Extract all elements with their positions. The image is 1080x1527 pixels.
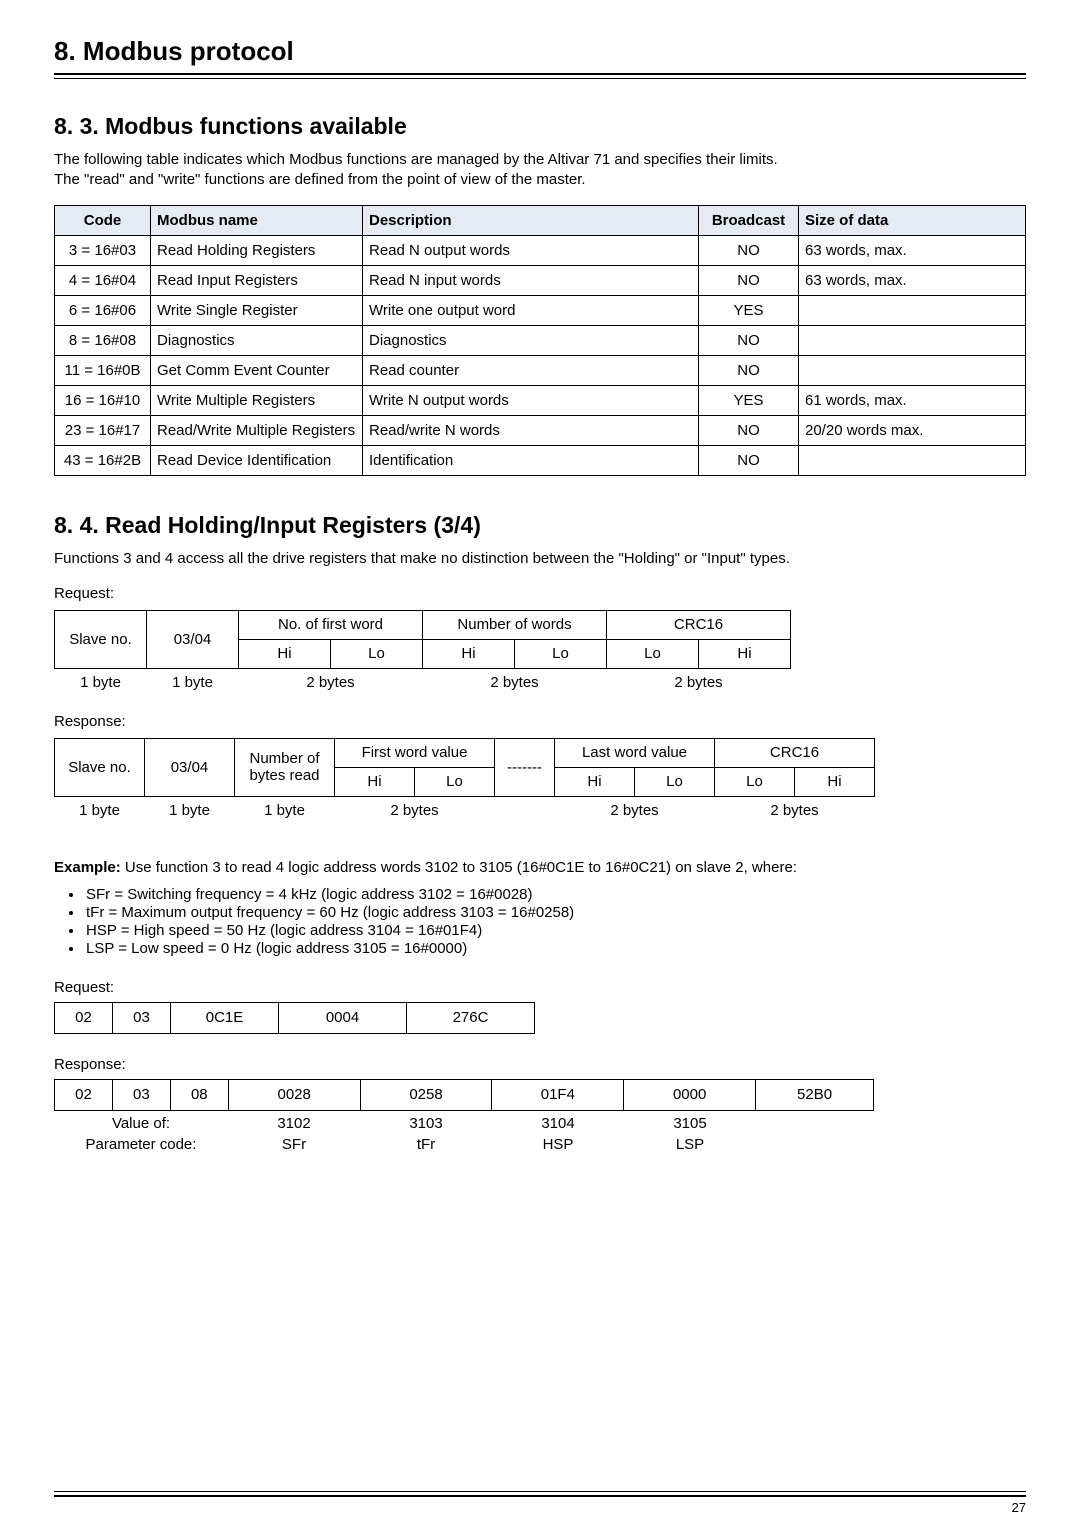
- table-row: Parameter code: SFr tFr HSP LSP: [54, 1134, 874, 1155]
- section-8-4-intro: Functions 3 and 4 access all the drive r…: [54, 549, 1026, 569]
- example-lead-rest: Use function 3 to read 4 logic address w…: [121, 859, 797, 876]
- footer-rule: [54, 1491, 1026, 1497]
- example-response-table: 02 03 08 0028 0258 01F4 0000 52B0: [54, 1079, 874, 1111]
- example-lead-bold: Example:: [54, 859, 121, 876]
- section-8-3-title: 8. 3. Modbus functions available: [54, 113, 1026, 140]
- example-request-label: Request:: [54, 979, 1026, 996]
- intro-line-2: The "read" and "write" functions are def…: [54, 171, 586, 188]
- page-number: 27: [1012, 1500, 1026, 1515]
- example-response-labels: Value of: 3102 3103 3104 3105 Parameter …: [54, 1113, 874, 1155]
- table-row: Slave no. 03/04 Number of bytes read Fir…: [55, 738, 875, 767]
- doc-header: 8. Modbus protocol: [54, 36, 1026, 67]
- th-code: Code: [55, 205, 151, 235]
- table-row: 43 = 16#2BRead Device IdentificationIden…: [55, 445, 1026, 475]
- th-desc: Description: [363, 205, 699, 235]
- th-name: Modbus name: [151, 205, 363, 235]
- request-frame-table: Slave no. 03/04 No. of first word Number…: [54, 610, 791, 697]
- table-row: 16 = 16#10Write Multiple RegistersWrite …: [55, 385, 1026, 415]
- table-row: 6 = 16#06Write Single RegisterWrite one …: [55, 295, 1026, 325]
- parameter-code-label: Parameter code:: [54, 1134, 228, 1155]
- example-request-table: 02 03 0C1E 0004 276C: [54, 1002, 535, 1034]
- table-row: 8 = 16#08DiagnosticsDiagnosticsNO: [55, 325, 1026, 355]
- list-item: LSP = Low speed = 0 Hz (logic address 31…: [84, 940, 1026, 957]
- table-row: 4 = 16#04Read Input RegistersRead N inpu…: [55, 265, 1026, 295]
- table-row: 11 = 16#0BGet Comm Event CounterRead cou…: [55, 355, 1026, 385]
- section-8-4-title: 8. 4. Read Holding/Input Registers (3/4): [54, 512, 1026, 539]
- example-lead: Example: Use function 3 to read 4 logic …: [54, 859, 1026, 876]
- table-row: 3 = 16#03Read Holding RegistersRead N ou…: [55, 235, 1026, 265]
- list-item: HSP = High speed = 50 Hz (logic address …: [84, 922, 1026, 939]
- modbus-functions-table: Code Modbus name Description Broadcast S…: [54, 205, 1026, 476]
- th-broadcast: Broadcast: [699, 205, 799, 235]
- table-row: 23 = 16#17Read/Write Multiple RegistersR…: [55, 415, 1026, 445]
- response-frame-table: Slave no. 03/04 Number of bytes read Fir…: [54, 738, 875, 825]
- intro-line-1: The following table indicates which Modb…: [54, 151, 778, 168]
- example-bullets: SFr = Switching frequency = 4 kHz (logic…: [84, 886, 1026, 957]
- request-label: Request:: [54, 585, 1026, 602]
- table-row: Value of: 3102 3103 3104 3105: [54, 1113, 874, 1134]
- table-row: 1 byte 1 byte 1 byte 2 bytes 2 bytes 2 b…: [55, 796, 875, 825]
- list-item: tFr = Maximum output frequency = 60 Hz (…: [84, 904, 1026, 921]
- table-row: Slave no. 03/04 No. of first word Number…: [55, 610, 791, 639]
- response-label: Response:: [54, 713, 1026, 730]
- list-item: SFr = Switching frequency = 4 kHz (logic…: [84, 886, 1026, 903]
- table-row: 02 03 0C1E 0004 276C: [55, 1002, 535, 1033]
- table-header-row: Code Modbus name Description Broadcast S…: [55, 205, 1026, 235]
- page: 8. Modbus protocol 8. 3. Modbus function…: [0, 0, 1080, 1527]
- table-row: 1 byte 1 byte 2 bytes 2 bytes 2 bytes: [55, 668, 791, 697]
- header-rule: [54, 73, 1026, 79]
- table-row: 02 03 08 0028 0258 01F4 0000 52B0: [55, 1079, 874, 1110]
- section-8-3-intro: The following table indicates which Modb…: [54, 150, 1026, 191]
- value-of-label: Value of:: [54, 1113, 228, 1134]
- example-response-label: Response:: [54, 1056, 1026, 1073]
- th-size: Size of data: [799, 205, 1026, 235]
- footer: 27: [54, 1491, 1026, 1497]
